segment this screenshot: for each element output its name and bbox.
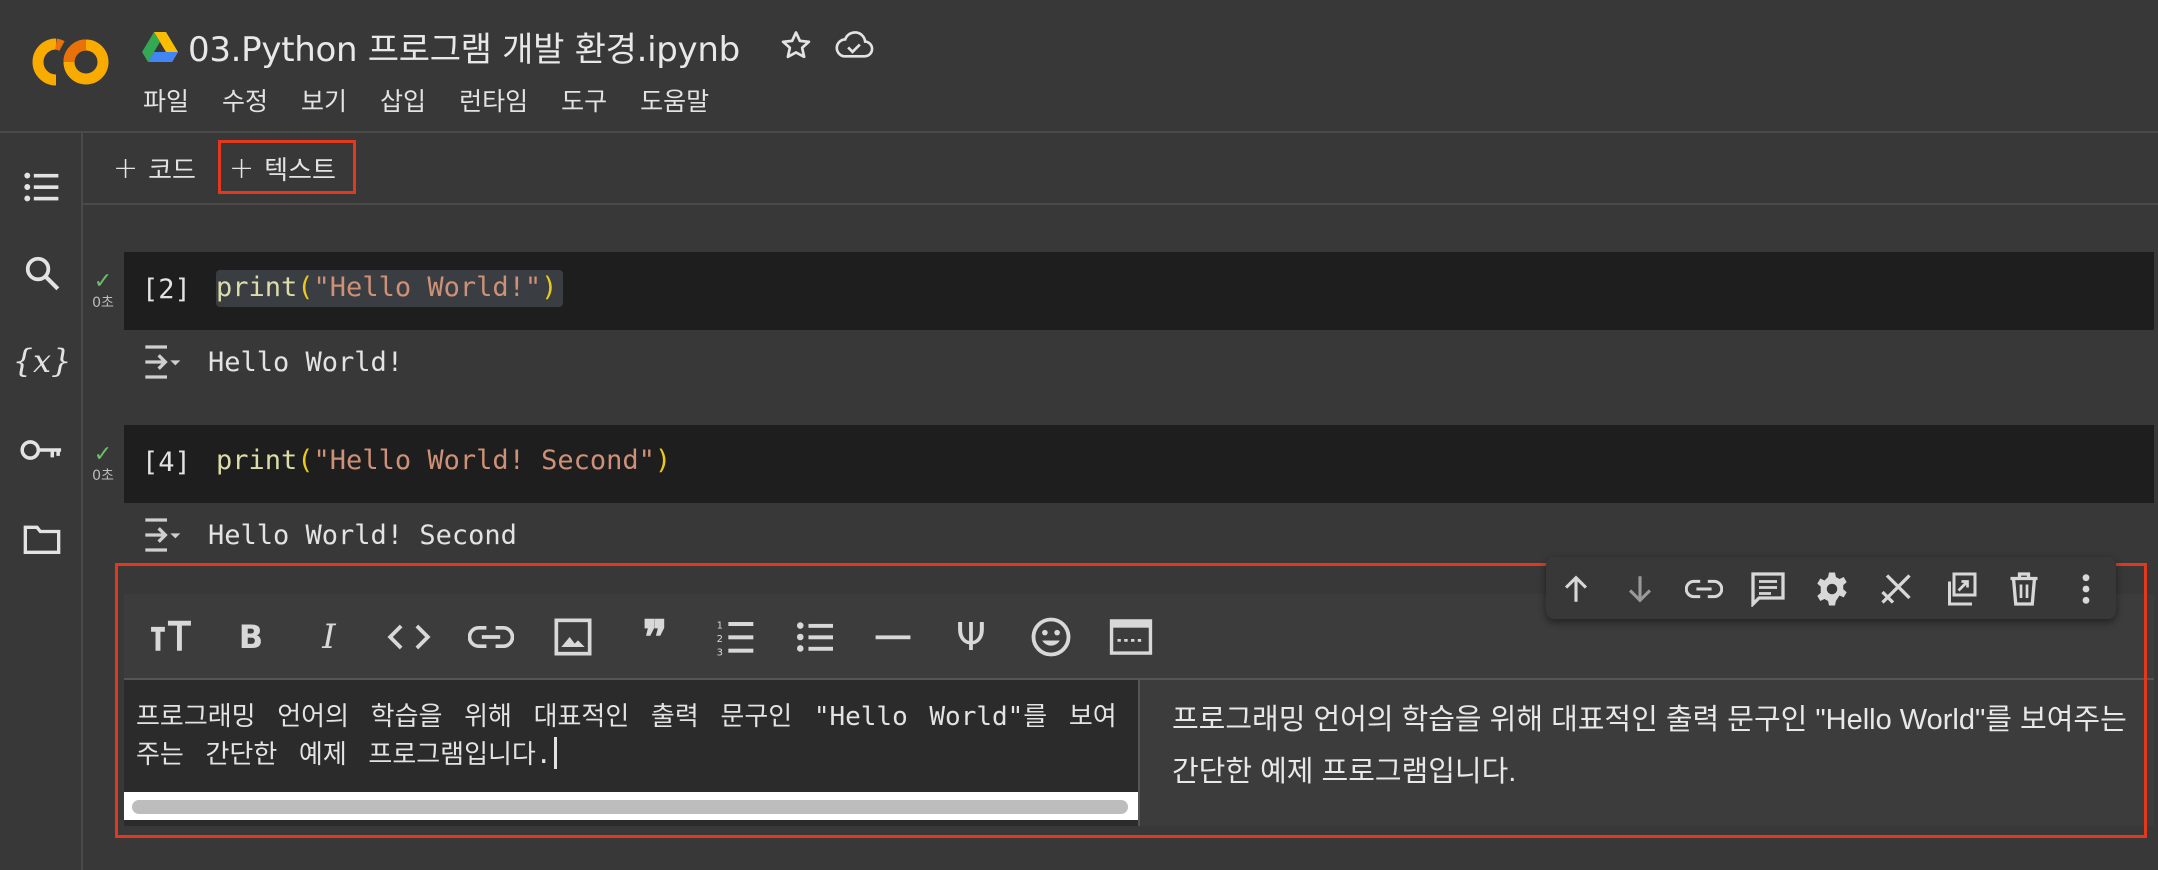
disconnect-editing-icon[interactable]	[1874, 567, 1918, 611]
code-cell[interactable]: [2] print("Hello World!")	[124, 252, 2154, 330]
search-icon[interactable]	[20, 251, 64, 295]
code-cell[interactable]: [4] print("Hello World! Second")	[124, 425, 2154, 503]
move-up-icon[interactable]	[1554, 567, 1598, 611]
execution-count[interactable]: [2]	[142, 274, 191, 305]
app-header: 03.Python 프로그램 개발 환경.ipynb 파일 수정 보기 삽입 런…	[0, 0, 2158, 133]
menu-bar: 파일 수정 보기 삽입 런타임 도구 도움말	[143, 82, 742, 118]
menu-edit[interactable]: 수정	[222, 82, 268, 118]
code-function: print	[216, 272, 298, 303]
output-actions-icon[interactable]	[140, 342, 184, 382]
notebook-toolbar: + 코드 + 텍스트	[83, 133, 2158, 205]
menu-tools[interactable]: 도구	[561, 82, 607, 118]
notebook-title[interactable]: 03.Python 프로그램 개발 환경.ipynb	[188, 22, 740, 71]
cell-output: Hello World!	[140, 337, 403, 387]
link-icon[interactable]	[1682, 567, 1726, 611]
menu-help[interactable]: 도움말	[640, 82, 709, 118]
menu-insert[interactable]: 삽입	[380, 82, 426, 118]
add-text-highlight-box	[218, 140, 356, 194]
plus-icon: +	[113, 150, 139, 186]
settings-gear-icon[interactable]	[1810, 567, 1854, 611]
variables-icon[interactable]: {x}	[13, 339, 72, 383]
menu-view[interactable]: 보기	[301, 82, 347, 118]
code-string: "Hello World! Second"	[313, 445, 655, 476]
left-sidebar: {x}	[0, 133, 83, 870]
execution-count[interactable]: [4]	[142, 447, 191, 478]
check-icon: ✓	[93, 269, 113, 294]
delete-trash-icon[interactable]	[2002, 567, 2046, 611]
add-code-button[interactable]: + 코드	[113, 147, 196, 189]
cloud-saved-icon[interactable]	[832, 28, 876, 64]
cell-action-toolbar	[1546, 557, 2116, 619]
check-icon: ✓	[93, 442, 113, 467]
code-editor-line[interactable]: print("Hello World! Second")	[216, 443, 677, 480]
output-actions-icon[interactable]	[140, 515, 184, 555]
code-paren: )	[541, 272, 558, 303]
table-of-contents-icon[interactable]	[20, 165, 64, 209]
cell-run-time: 0초	[92, 295, 114, 311]
comment-icon[interactable]	[1746, 567, 1790, 611]
code-paren: (	[297, 445, 314, 476]
star-icon[interactable]	[778, 28, 814, 64]
code-function: print	[216, 445, 298, 476]
code-paren: )	[654, 445, 672, 476]
add-code-label: 코드	[148, 155, 196, 186]
output-text: Hello World!	[208, 346, 404, 378]
cell-output: Hello World! Second	[140, 510, 517, 560]
secrets-key-icon[interactable]	[20, 428, 64, 472]
code-string: "Hello World!"	[313, 272, 542, 303]
more-options-icon[interactable]	[2064, 567, 2108, 611]
menu-runtime[interactable]: 런타임	[459, 82, 528, 118]
code-editor-line[interactable]: print("Hello World!")	[216, 270, 564, 307]
move-down-icon[interactable]	[1618, 567, 1662, 611]
output-text: Hello World! Second	[208, 519, 517, 551]
google-drive-icon	[142, 30, 178, 62]
menu-file[interactable]: 파일	[143, 82, 189, 118]
code-paren: (	[297, 272, 314, 303]
files-folder-icon[interactable]	[20, 517, 64, 561]
colab-logo[interactable]	[28, 34, 112, 90]
cell-run-status: ✓ 0초	[88, 269, 118, 312]
cell-run-status: ✓ 0초	[88, 442, 118, 485]
cell-run-time: 0초	[92, 468, 114, 484]
mirror-cell-icon[interactable]	[1938, 567, 1982, 611]
